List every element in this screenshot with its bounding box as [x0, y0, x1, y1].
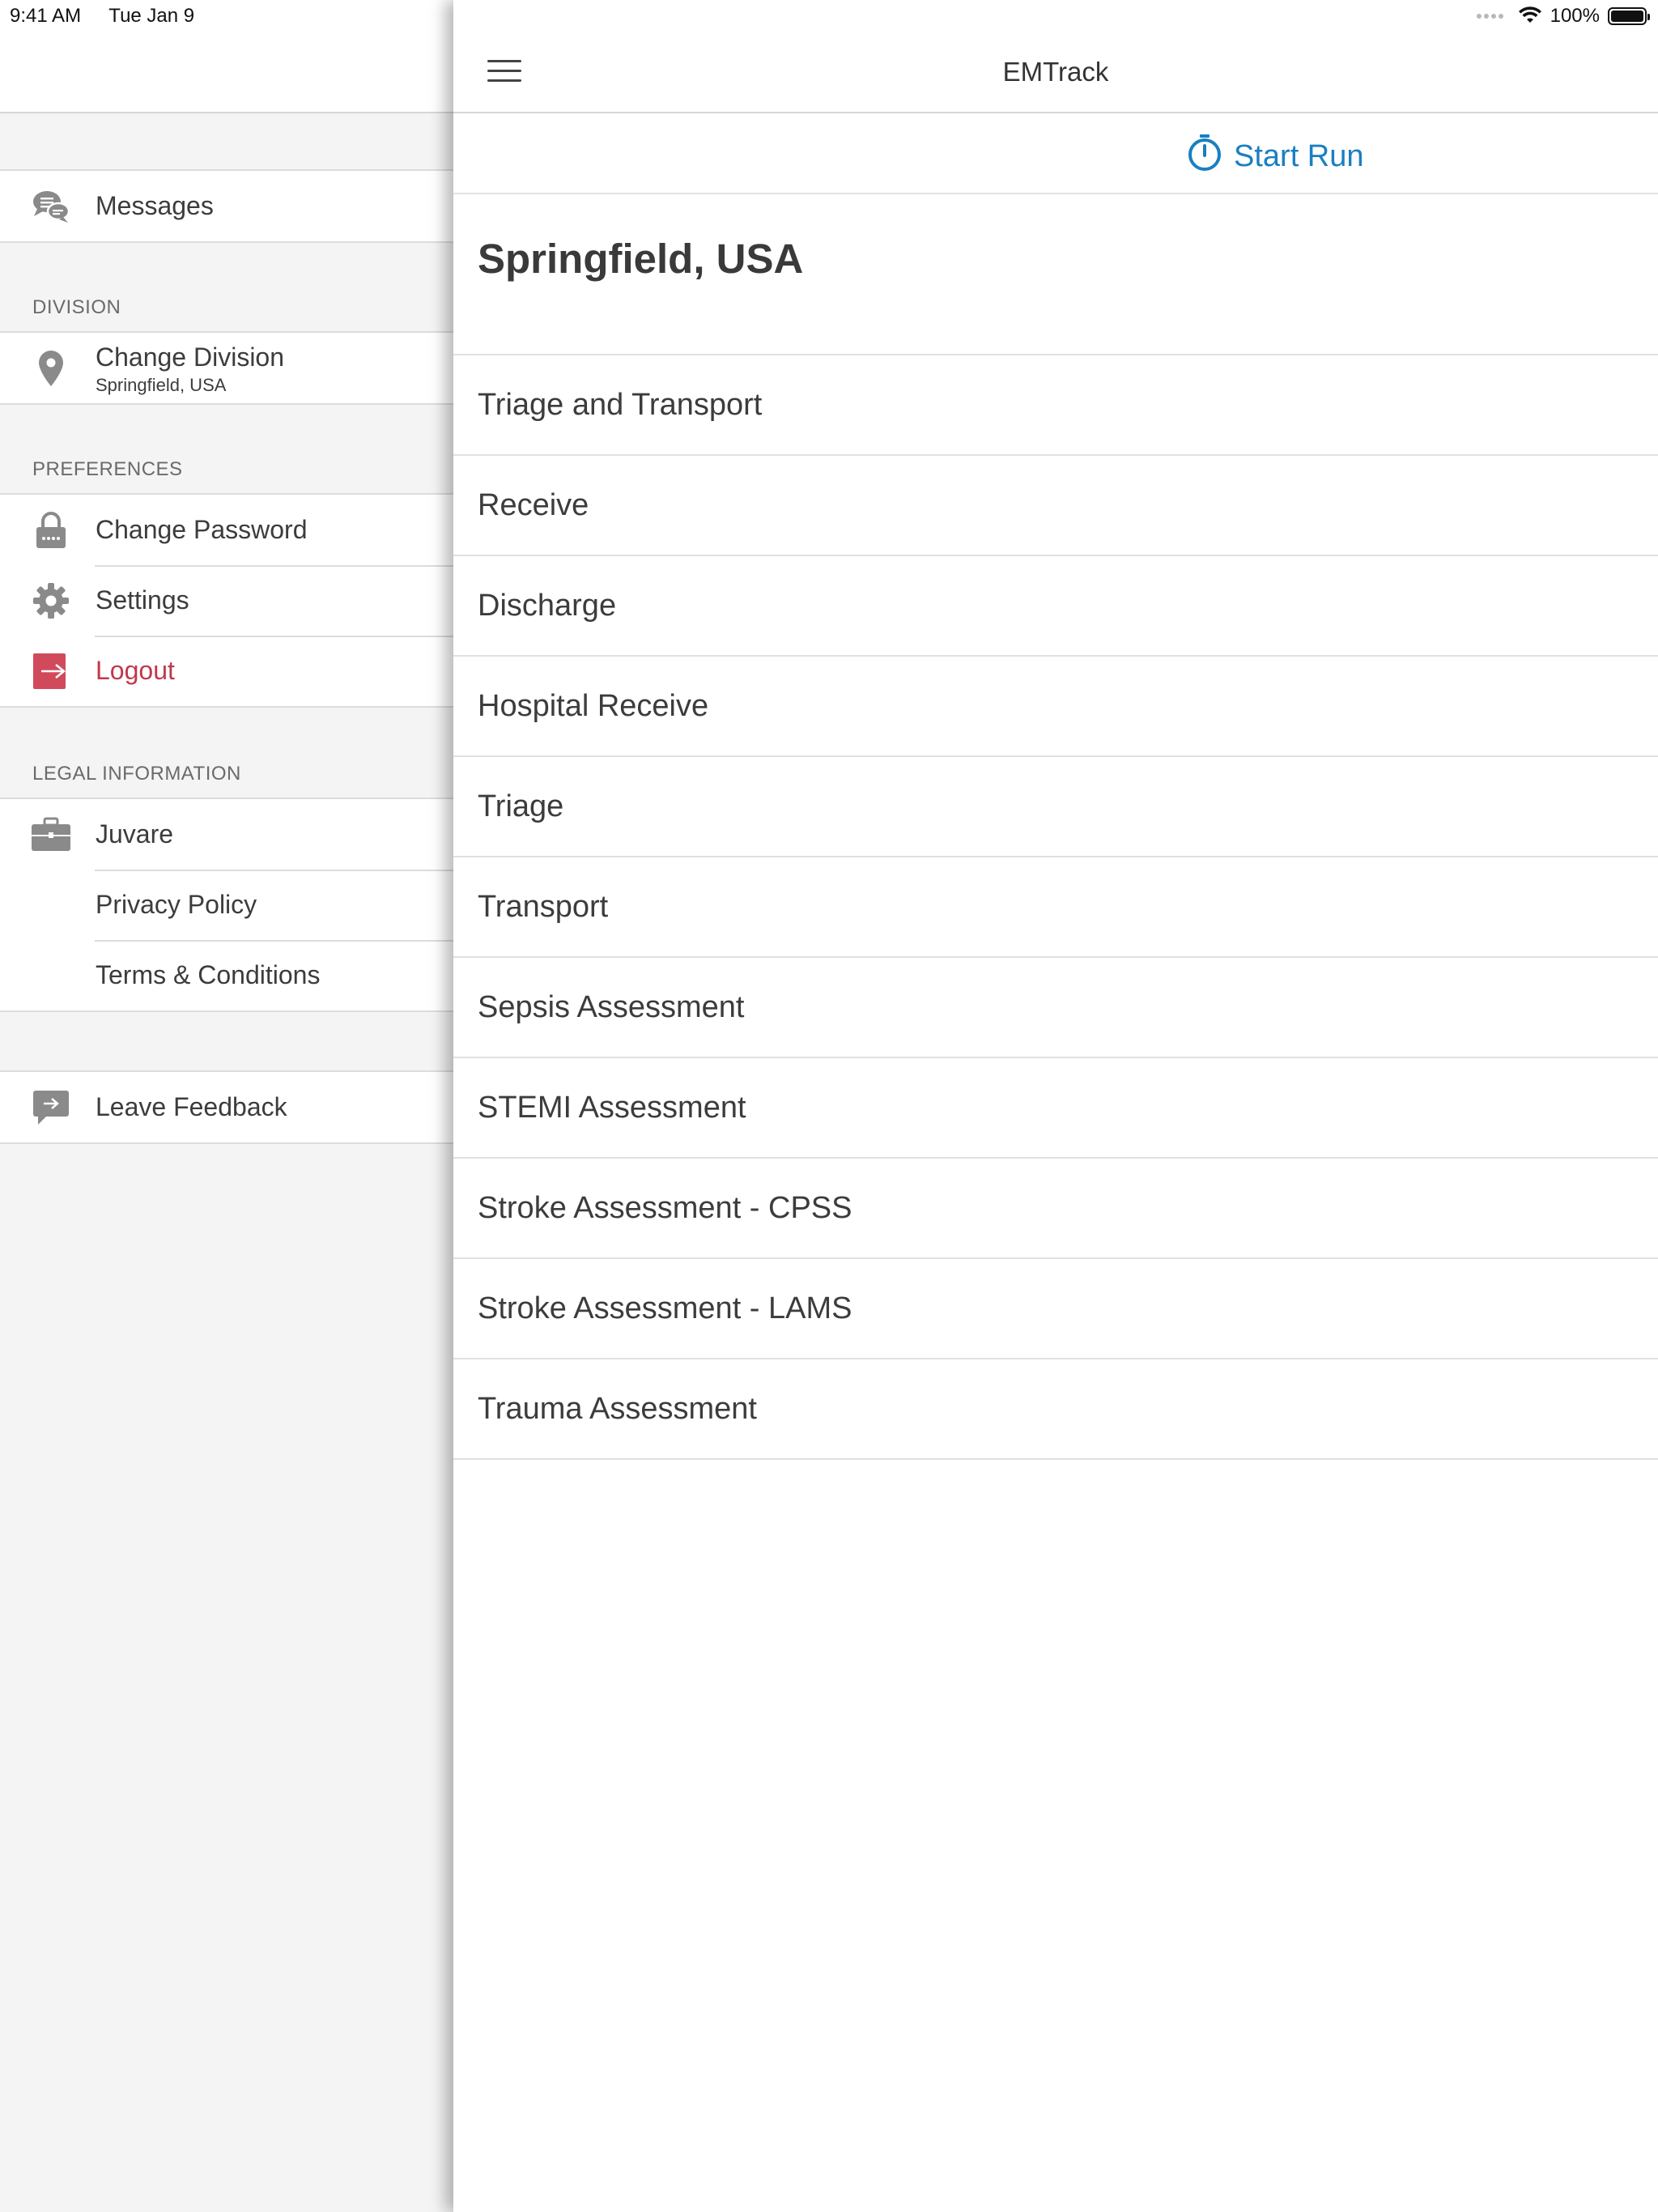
menu-item-juvare[interactable]: Juvare [0, 799, 453, 870]
menu-item-label: Terms & Conditions [96, 960, 321, 989]
preferences-group: Change Password Settings Logout [0, 493, 453, 708]
menu-item-label: Logout [96, 656, 175, 685]
legal-group: Juvare Privacy Policy Terms & Conditions [0, 798, 453, 1012]
form-item-triage[interactable]: Triage [453, 757, 1658, 857]
app-title: EMTrack [1002, 57, 1109, 87]
form-item-stroke-assessment-lams[interactable]: Stroke Assessment - LAMS [453, 1259, 1658, 1359]
division-group: Change Division Springfield, USA [0, 331, 453, 405]
map-pin-icon [29, 347, 73, 390]
form-item-transport[interactable]: Transport [453, 857, 1658, 958]
menu-item-privacy-policy[interactable]: Privacy Policy [0, 870, 453, 940]
start-run-label: Start Run [1234, 138, 1364, 173]
status-time: 9:41 AM [10, 5, 82, 27]
forms-list: Triage and Transport Receive Discharge H… [453, 354, 1658, 1460]
side-menu: Messages DIVISION Change Division Spring… [0, 0, 453, 2212]
menu-item-logout[interactable]: Logout [0, 636, 453, 706]
section-title-division: DIVISION [32, 296, 121, 318]
menu-item-change-password[interactable]: Change Password [0, 495, 453, 565]
menu-item-label: Privacy Policy [96, 890, 257, 919]
division-title: Springfield, USA [478, 236, 804, 282]
menu-item-label: Settings [96, 585, 189, 615]
menu-item-messages[interactable]: Messages [0, 171, 453, 241]
run-toolbar: Start Run [453, 113, 1658, 194]
status-date: Tue Jan 9 [108, 5, 195, 27]
menu-item-label: Leave Feedback [96, 1092, 287, 1121]
form-item-hospital-receive[interactable]: Hospital Receive [453, 657, 1658, 757]
menu-item-label: Juvare [96, 819, 174, 849]
menu-item-terms-conditions[interactable]: Terms & Conditions [0, 940, 453, 1010]
section-title-preferences: PREFERENCES [32, 458, 183, 480]
form-item-stemi-assessment[interactable]: STEMI Assessment [453, 1058, 1658, 1159]
form-item-triage-and-transport[interactable]: Triage and Transport [453, 355, 1658, 456]
chat-bubbles-icon [29, 185, 73, 228]
menu-item-change-division[interactable]: Change Division Springfield, USA [0, 333, 453, 403]
menu-item-settings[interactable]: Settings [0, 565, 453, 636]
form-item-discharge[interactable]: Discharge [453, 556, 1658, 657]
battery-percent: 100% [1550, 5, 1600, 27]
main-panel: EMTrack Start Run Springfield, USA Triag… [453, 0, 1658, 2212]
form-item-receive[interactable]: Receive [453, 456, 1658, 556]
form-item-stroke-assessment-cpss[interactable]: Stroke Assessment - CPSS [453, 1159, 1658, 1259]
feedback-icon [29, 1086, 73, 1129]
form-item-sepsis-assessment[interactable]: Sepsis Assessment [453, 958, 1658, 1058]
start-run-button[interactable]: Start Run [1187, 133, 1364, 180]
cellular-signal-icon [1476, 14, 1503, 19]
logout-icon [29, 649, 73, 693]
messages-group: Messages [0, 169, 453, 243]
menu-item-label: Messages [96, 191, 214, 220]
status-bar: 9:41 AM Tue Jan 9 100% [0, 0, 1658, 32]
battery-icon [1608, 7, 1650, 25]
gear-icon [29, 579, 73, 623]
menu-item-label: Change Password [96, 515, 308, 544]
menu-item-leave-feedback[interactable]: Leave Feedback [0, 1072, 453, 1142]
briefcase-icon [29, 813, 73, 857]
stopwatch-icon [1187, 133, 1222, 180]
menu-item-label: Change Division [96, 342, 285, 372]
wifi-icon [1518, 6, 1541, 23]
feedback-group: Leave Feedback [0, 1070, 453, 1144]
form-item-trauma-assessment[interactable]: Trauma Assessment [453, 1359, 1658, 1460]
current-division-label: Springfield, USA [96, 375, 227, 395]
section-title-legal: LEGAL INFORMATION [32, 763, 241, 785]
lock-icon [29, 508, 73, 552]
